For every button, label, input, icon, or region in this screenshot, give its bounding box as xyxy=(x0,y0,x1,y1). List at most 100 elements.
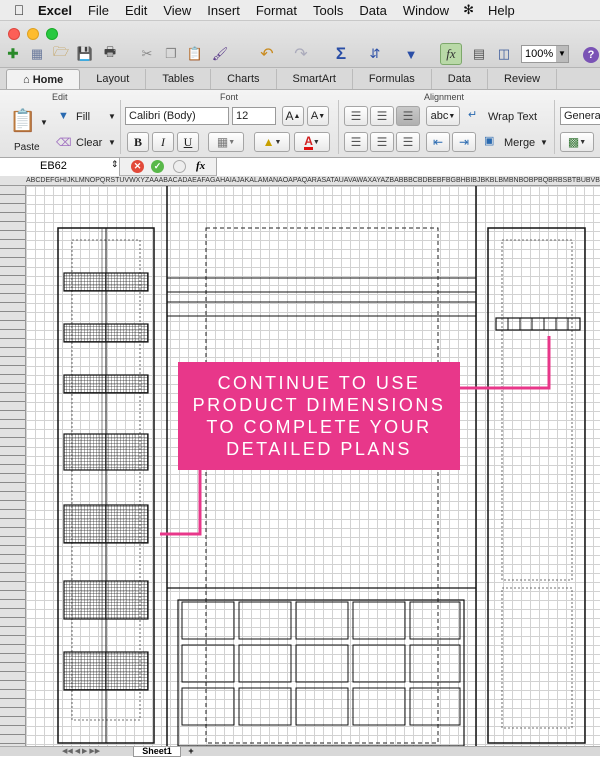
font-size-select[interactable]: 12 xyxy=(232,107,276,125)
close-window-button[interactable] xyxy=(8,28,20,40)
paste-label[interactable]: Paste xyxy=(14,142,40,153)
fill-color-button[interactable]: ▲ ▼ xyxy=(254,132,290,152)
align-center-button[interactable]: ☰ xyxy=(370,132,394,152)
menu-edit[interactable]: Edit xyxy=(117,3,155,18)
templates-icon[interactable]: ▦ xyxy=(26,43,48,65)
tab-home[interactable]: ⌂ Home xyxy=(6,69,81,89)
minimize-window-button[interactable] xyxy=(27,28,39,40)
grow-font-button[interactable]: A ▲ xyxy=(282,106,304,126)
tab-smartart[interactable]: SmartArt xyxy=(277,69,353,89)
copy-icon[interactable]: ❐ xyxy=(160,43,182,65)
script-menu-icon[interactable]: ✻ xyxy=(457,2,480,18)
align-bottom-button[interactable]: ☰ xyxy=(396,106,420,126)
save-icon[interactable]: 💾 xyxy=(74,43,96,65)
align-right-button[interactable]: ☰ xyxy=(396,132,420,152)
bold-button[interactable]: B xyxy=(127,132,149,152)
shelf-bin xyxy=(63,504,149,544)
align-left-button[interactable]: ☰ xyxy=(344,132,368,152)
app-menu[interactable]: Excel xyxy=(38,3,80,18)
show-gallery-icon[interactable]: ▤ xyxy=(468,43,490,65)
name-box[interactable]: EB62 xyxy=(0,158,120,176)
font-color-button[interactable]: A ▼ xyxy=(294,132,330,152)
confirm-entry-icon[interactable]: ✓ xyxy=(151,160,164,173)
tab-tables[interactable]: Tables xyxy=(146,69,212,89)
align-middle-button[interactable]: ☰ xyxy=(370,106,394,126)
currency-icon: ▩ xyxy=(567,135,580,149)
paste-dropdown-icon[interactable]: ▼ xyxy=(40,118,48,127)
standard-toolbar: ✚ ▦ 🗁 💾 🖶 ✂ ❐ 📋 🖌 ↶ ↷ Σ ⇵ ▼ fx ▤ ◫ 100% … xyxy=(0,21,600,68)
borders-button[interactable]: ▦ ▼ xyxy=(208,132,244,152)
apple-icon[interactable]:  xyxy=(0,2,38,18)
align-top-button[interactable]: ☰ xyxy=(344,106,368,126)
decrease-indent-button[interactable]: ⇤ xyxy=(426,132,450,152)
callout-line-2: PRODUCT DIMENSIONS xyxy=(192,395,446,415)
print-icon[interactable]: 🖶 xyxy=(98,43,122,65)
help-icon[interactable]: ? xyxy=(583,47,599,63)
wrap-text-label[interactable]: Wrap Text xyxy=(488,111,537,123)
tab-review[interactable]: Review xyxy=(488,69,558,89)
toolbox-icon[interactable]: ◫ xyxy=(492,43,516,65)
zoom-dropdown-icon[interactable]: ▼ xyxy=(556,46,568,62)
tab-data[interactable]: Data xyxy=(432,69,489,89)
tab-formulas[interactable]: Formulas xyxy=(353,69,432,89)
name-box-stepper-icon[interactable]: ⇕ xyxy=(111,159,119,170)
clear-dropdown-icon[interactable]: ▼ xyxy=(108,138,116,147)
menu-bar:  Excel File Edit View Insert Format Too… xyxy=(0,0,600,21)
menu-help[interactable]: Help xyxy=(480,3,523,18)
fill-dropdown-icon[interactable]: ▼ xyxy=(108,112,116,121)
shrink-font-button[interactable]: A ▼ xyxy=(307,106,329,126)
paint-bucket-icon: ▲ xyxy=(262,135,275,149)
menu-insert[interactable]: Insert xyxy=(199,3,248,18)
paste-clipboard-icon[interactable]: 📋 xyxy=(8,108,38,140)
spreadsheet: ABCDEFGHIJKLMNOPQRSTUVWXYZAAABACADAEAFAG… xyxy=(0,176,600,746)
orientation-label: abc xyxy=(430,110,449,122)
cut-icon[interactable]: ✂ xyxy=(136,43,158,65)
orientation-button[interactable]: abc ▼ xyxy=(426,106,460,126)
zoom-window-button[interactable] xyxy=(46,28,58,40)
merge-dropdown-icon[interactable]: ▼ xyxy=(540,138,548,147)
menu-tools[interactable]: Tools xyxy=(305,3,351,18)
redo-icon[interactable]: ↷ xyxy=(286,43,316,65)
formula-input[interactable] xyxy=(216,158,600,176)
tab-layout[interactable]: Layout xyxy=(80,69,147,89)
eraser-icon[interactable]: ⌫ xyxy=(56,136,72,149)
group-edit-label: Edit xyxy=(52,92,68,102)
italic-button[interactable]: I xyxy=(152,132,174,152)
insert-function-icon[interactable]: fx xyxy=(196,160,205,172)
formula-builder-icon[interactable]: fx xyxy=(440,43,462,65)
increase-indent-button[interactable]: ⇥ xyxy=(452,132,476,152)
filter-icon[interactable]: ▼ xyxy=(398,43,424,65)
menu-format[interactable]: Format xyxy=(248,3,305,18)
circle-icon[interactable] xyxy=(173,160,186,173)
number-format-select[interactable]: General xyxy=(560,107,600,125)
merge-icon[interactable]: ▣ xyxy=(484,134,494,147)
menu-file[interactable]: File xyxy=(80,3,117,18)
tab-home-label: Home xyxy=(32,74,64,86)
tab-charts[interactable]: Charts xyxy=(211,69,277,89)
format-painter-icon[interactable]: 🖌 xyxy=(208,43,232,65)
undo-icon[interactable]: ↶ xyxy=(252,43,282,65)
shelf-bin xyxy=(63,651,149,691)
menu-window[interactable]: Window xyxy=(395,3,457,18)
font-name-select[interactable]: Calibri (Body) xyxy=(125,107,229,125)
font-color-icon: A xyxy=(304,133,313,150)
fill-label[interactable]: Fill xyxy=(76,111,90,123)
number-format-button[interactable]: ▩ ▼ xyxy=(560,132,594,152)
wrap-text-icon[interactable]: ↵ xyxy=(468,108,477,121)
open-folder-icon[interactable]: 🗁 xyxy=(50,43,72,65)
paste-icon[interactable]: 📋 xyxy=(184,43,206,65)
underline-button[interactable]: U xyxy=(177,132,199,152)
sort-icon[interactable]: ⇵ xyxy=(362,43,388,65)
clear-label[interactable]: Clear xyxy=(76,137,102,149)
fill-icon[interactable]: ▼ xyxy=(58,110,69,122)
shrink-font-label: A xyxy=(310,110,319,122)
merge-label[interactable]: Merge xyxy=(504,137,535,149)
cancel-entry-icon[interactable]: ✕ xyxy=(131,160,144,173)
autosum-icon[interactable]: Σ xyxy=(330,43,352,65)
new-workbook-icon[interactable]: ✚ xyxy=(2,43,24,65)
menu-view[interactable]: View xyxy=(155,3,199,18)
divider xyxy=(554,100,555,154)
menu-data[interactable]: Data xyxy=(351,3,394,18)
sheet-nav-arrows-icon[interactable]: ◀◀ ◀ ▶ ▶▶ xyxy=(62,747,100,755)
group-font-label: Font xyxy=(220,92,239,102)
